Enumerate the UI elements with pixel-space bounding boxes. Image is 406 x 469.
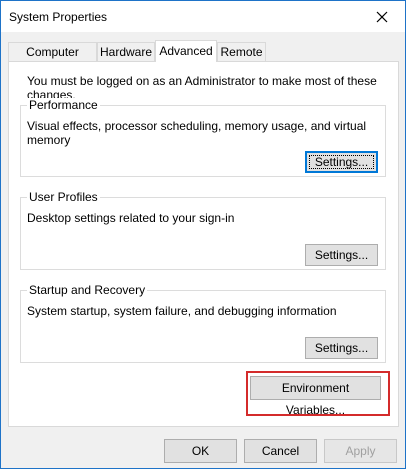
user-profiles-group: User Profiles Desktop settings related t… xyxy=(20,190,386,270)
startup-recovery-title: Startup and Recovery xyxy=(27,283,148,297)
ok-button[interactable]: OK xyxy=(164,439,237,463)
user-profiles-settings-button[interactable]: Settings... xyxy=(305,244,378,266)
title-bar: System Properties xyxy=(1,1,405,32)
cancel-button[interactable]: Cancel xyxy=(244,439,317,463)
performance-description: Visual effects, processor scheduling, me… xyxy=(27,119,367,147)
tab-hardware[interactable]: Hardware xyxy=(97,42,155,61)
close-icon[interactable] xyxy=(359,1,405,32)
performance-title: Performance xyxy=(27,98,100,112)
startup-recovery-description: System startup, system failure, and debu… xyxy=(27,304,337,318)
environment-variables-button[interactable]: Environment Variables... xyxy=(250,376,381,417)
user-profiles-description: Desktop settings related to your sign-in xyxy=(27,211,235,225)
tab-remote[interactable]: Remote xyxy=(217,42,266,61)
tab-computer-name[interactable]: Computer Name xyxy=(8,42,97,78)
tab-advanced[interactable]: Advanced xyxy=(155,40,217,62)
performance-group: Performance Visual effects, processor sc… xyxy=(20,98,386,177)
apply-button[interactable]: Apply xyxy=(324,439,397,463)
tab-strip: Computer Name Hardware Advanced Remote xyxy=(1,40,405,78)
advanced-tab-panel: You must be logged on as an Administrato… xyxy=(8,61,399,427)
user-profiles-title: User Profiles xyxy=(27,190,100,204)
startup-recovery-group: Startup and Recovery System startup, sys… xyxy=(20,283,386,363)
startup-recovery-settings-button[interactable]: Settings... xyxy=(305,337,378,359)
close-x-glyph xyxy=(376,11,388,22)
performance-settings-button[interactable]: Settings... xyxy=(305,151,378,173)
system-properties-window: System Properties Computer Name Hardware… xyxy=(0,0,406,469)
window-title: System Properties xyxy=(9,10,108,24)
